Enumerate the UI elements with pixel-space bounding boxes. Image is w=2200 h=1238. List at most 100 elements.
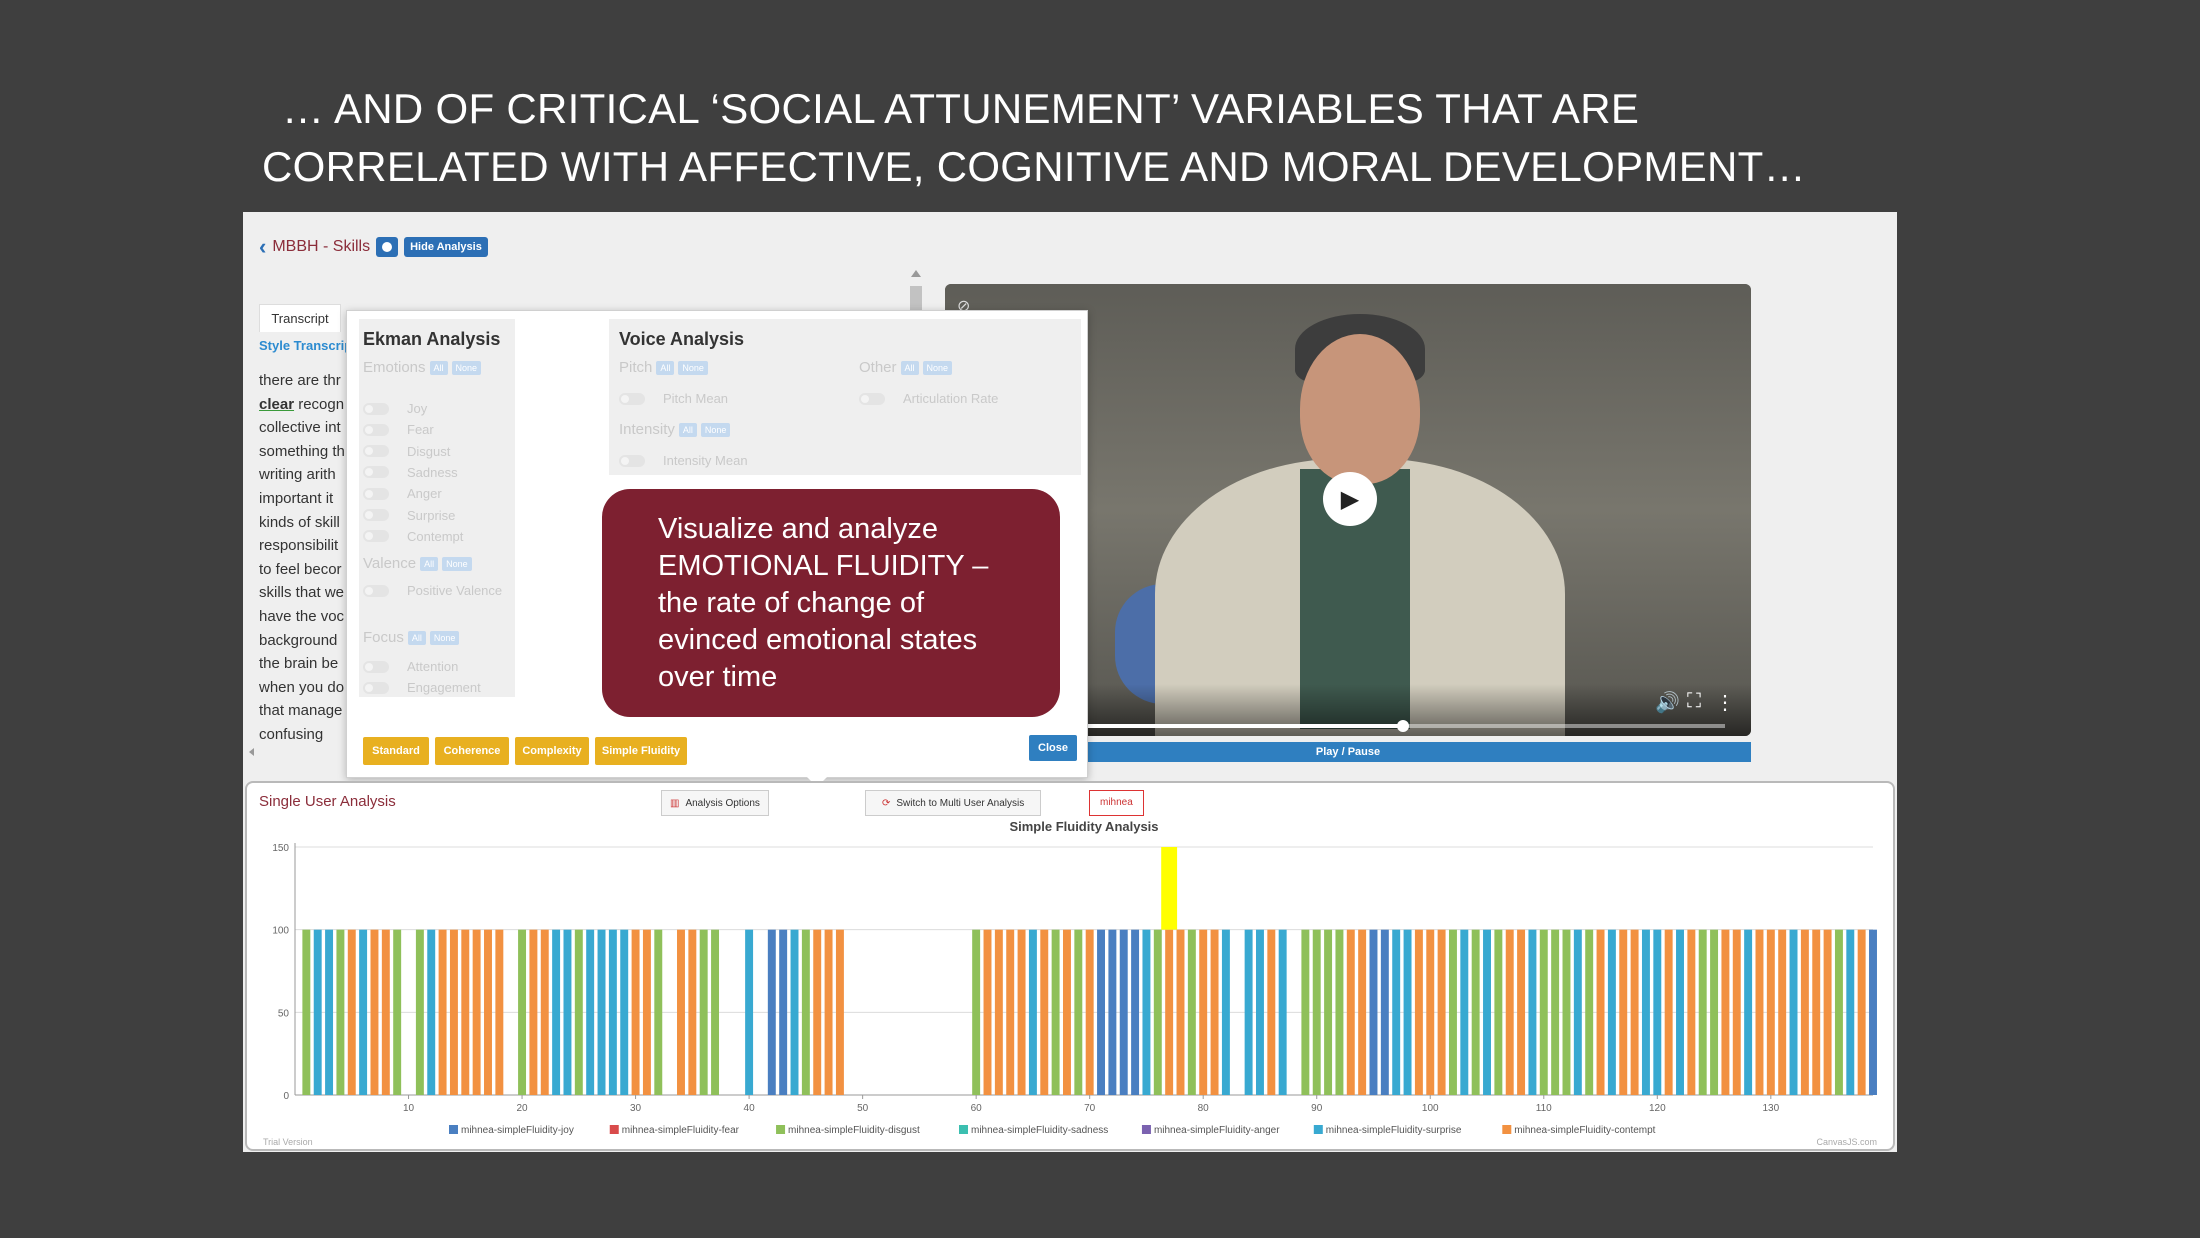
analysis-icon[interactable]: [376, 237, 399, 257]
transcript-line: confusing: [259, 725, 324, 743]
intensity-mean-toggle-row[interactable]: Intensity Mean: [619, 453, 748, 468]
bar: [1301, 929, 1310, 1095]
transcript-line: skills that we: [259, 584, 345, 602]
toggle-row-engagement[interactable]: Engagement: [363, 680, 481, 695]
x-tick-label: 80: [1198, 1103, 1210, 1114]
bar: [325, 929, 334, 1095]
bar: [302, 929, 311, 1095]
pitch-mean-toggle-row[interactable]: Pitch Mean: [619, 391, 728, 406]
tab-transcript[interactable]: Transcript: [259, 304, 341, 332]
toggle-switch[interactable]: [363, 681, 389, 694]
transcript-line: collective int: [259, 419, 341, 437]
y-tick-label: 100: [272, 926, 289, 937]
simple-fluidity-button[interactable]: Simple Fluidity: [595, 737, 687, 765]
x-tick-label: 70: [1084, 1103, 1096, 1114]
toggle-switch[interactable]: [363, 660, 389, 673]
scroll-left-arrow-icon[interactable]: [249, 748, 254, 756]
bar: [1017, 929, 1026, 1095]
bar: [461, 929, 470, 1095]
pitch-mean-toggle[interactable]: [619, 392, 645, 405]
bar: [1755, 929, 1764, 1095]
standard-button[interactable]: Standard: [363, 737, 429, 765]
toggle-switch[interactable]: [363, 466, 389, 479]
callout-line-2: EMOTIONAL FLUIDITY –: [658, 550, 989, 582]
bar: [1255, 929, 1264, 1095]
other-all-button[interactable]: All: [900, 360, 919, 375]
toggle-switch[interactable]: [363, 487, 389, 500]
bar: [1210, 929, 1219, 1095]
toggle-row-sadness[interactable]: Sadness: [363, 465, 458, 480]
volume-icon[interactable]: 🔊: [1655, 690, 1680, 715]
play-icon[interactable]: ▶: [1323, 472, 1377, 526]
legend-label: mihnea-simpleFluidity-fear: [622, 1125, 740, 1136]
complexity-button[interactable]: Complexity: [515, 737, 589, 765]
intensity-all-button[interactable]: All: [678, 422, 697, 437]
canvasjs-credit[interactable]: CanvasJS.com: [1816, 1137, 1877, 1147]
close-button[interactable]: Close: [1029, 735, 1077, 761]
toggle-switch[interactable]: [363, 584, 389, 597]
coherence-button[interactable]: Coherence: [435, 737, 509, 765]
emotions-all-button[interactable]: All: [429, 360, 448, 375]
intensity-group: Intensity All None: [619, 421, 731, 438]
toggle-row-anger[interactable]: Anger: [363, 486, 442, 501]
emotions-none-button[interactable]: None: [451, 360, 482, 375]
hide-analysis-button[interactable]: Hide Analysis: [404, 237, 488, 257]
toggle-row-disgust[interactable]: Disgust: [363, 444, 450, 459]
progress-knob[interactable]: [1396, 720, 1409, 732]
toggle-switch[interactable]: [363, 509, 389, 521]
highlighted-word[interactable]: clear: [259, 396, 294, 413]
bar: [540, 929, 549, 1095]
pitch-all-button[interactable]: All: [656, 360, 675, 375]
toggle-switch[interactable]: [363, 530, 389, 543]
intensity-none-button[interactable]: None: [700, 422, 731, 437]
intensity-mean-toggle[interactable]: [619, 454, 645, 467]
toggle-row-positive-valence[interactable]: Positive Valence: [363, 583, 502, 598]
toggle-switch[interactable]: [363, 402, 389, 415]
bar: [1562, 929, 1571, 1095]
pitch-none-button[interactable]: None: [678, 360, 708, 375]
legend-swatch: [609, 1125, 619, 1134]
legend-label: mihnea-simpleFluidity-sadness: [971, 1125, 1108, 1136]
x-tick-label: 100: [1422, 1103, 1439, 1114]
valence-label: Valence: [363, 555, 417, 572]
articulation-toggle[interactable]: [859, 392, 885, 405]
valence-all-button[interactable]: All: [420, 556, 439, 571]
style-transcript-link[interactable]: Style Transcript: [259, 338, 357, 353]
bar: [393, 929, 402, 1095]
bar: [1687, 929, 1696, 1095]
toggle-switch[interactable]: [363, 445, 389, 458]
fullscreen-icon[interactable]: ⛶: [1687, 690, 1701, 713]
focus-none-button[interactable]: None: [429, 630, 460, 645]
scrollbar-thumb[interactable]: [910, 286, 922, 310]
bar: [1846, 929, 1855, 1095]
focus-all-button[interactable]: All: [407, 630, 426, 645]
toggle-row-contempt[interactable]: Contempt: [363, 529, 463, 544]
toggle-switch[interactable]: [363, 423, 389, 436]
bar: [359, 929, 368, 1095]
bar: [1040, 929, 1049, 1095]
scroll-up-arrow-icon[interactable]: [911, 270, 921, 277]
articulation-toggle-row[interactable]: Articulation Rate: [859, 391, 998, 406]
emotional-fluidity-callout: Visualize and analyze EMOTIONAL FLUIDITY…: [602, 489, 1060, 717]
back-link[interactable]: ‹ MBBH - Skills Hide Analysis: [259, 234, 488, 260]
bar: [1585, 929, 1594, 1095]
bar: [1153, 929, 1162, 1095]
toggle-row-fear[interactable]: Fear: [363, 422, 434, 437]
intensity-label: Intensity: [619, 421, 675, 438]
bar: [1244, 929, 1253, 1095]
toggle-row-attention[interactable]: Attention: [363, 659, 458, 674]
other-none-button[interactable]: None: [922, 360, 953, 375]
valence-none-button[interactable]: None: [442, 556, 472, 571]
bar: [1312, 929, 1321, 1095]
bar: [801, 929, 810, 1095]
legend-label: mihnea-simpleFluidity-surprise: [1326, 1125, 1462, 1136]
bar: [983, 929, 992, 1095]
focus-group: Focus All None: [363, 629, 460, 646]
transcript-line: the brain be: [259, 655, 339, 673]
toggle-row-surprise[interactable]: Surprise: [363, 508, 455, 523]
transcript-line: background: [259, 631, 338, 649]
slide-title-line-1: … AND OF CRITICAL ‘SOCIAL ATTUNEMENT’ VA…: [282, 85, 1640, 132]
toggle-row-joy[interactable]: Joy: [363, 401, 427, 416]
articulation-label: Articulation Rate: [903, 391, 999, 406]
more-options-icon[interactable]: ⋮: [1715, 690, 1735, 715]
